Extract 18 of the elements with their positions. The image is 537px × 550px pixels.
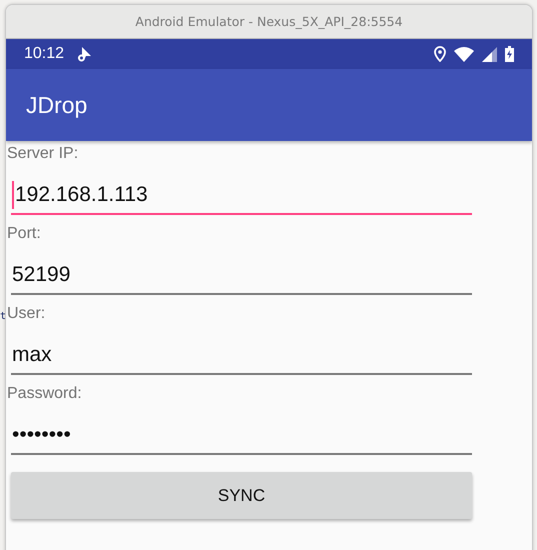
battery-icon xyxy=(505,46,514,62)
sync-button[interactable]: SYNC xyxy=(11,472,472,519)
field-label: Port: xyxy=(7,224,42,244)
field-label: User: xyxy=(7,304,46,324)
app-title: JDrop xyxy=(26,92,88,118)
field-label: Password: xyxy=(7,384,83,404)
input-field[interactable]: 52199 xyxy=(11,257,472,295)
wifi-icon xyxy=(454,46,474,62)
signal-icon xyxy=(482,46,497,62)
status-time: 10:12 xyxy=(24,45,64,63)
background-window-text: t xyxy=(0,311,6,322)
field-label: Server IP: xyxy=(7,144,80,164)
input-field[interactable]: 192.168.1.113 xyxy=(11,177,472,215)
location-icon xyxy=(434,46,446,62)
input-field[interactable]: max xyxy=(11,337,472,375)
notification-icon xyxy=(78,46,92,62)
input-field[interactable]: •••••••• xyxy=(11,417,472,455)
window-title: Android Emulator - Nexus_5X_API_28:5554 xyxy=(135,14,403,29)
